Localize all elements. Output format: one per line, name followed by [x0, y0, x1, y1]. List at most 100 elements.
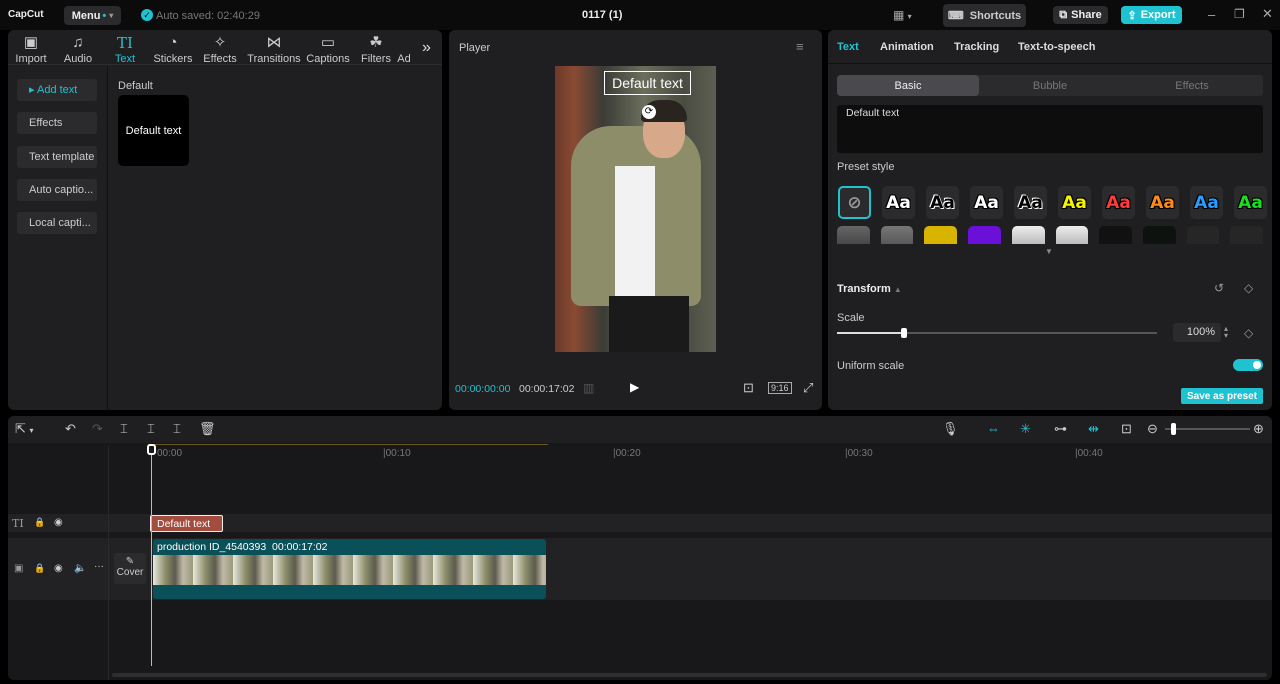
cover-button[interactable]: ✎ Cover [114, 553, 146, 584]
rotate-handle-icon[interactable]: ⟳ [642, 105, 656, 119]
tick-label: 00:30 [847, 448, 873, 459]
zoom-slider[interactable] [1165, 423, 1250, 435]
tab-effects[interactable]: ✧ Effects [195, 33, 245, 65]
undo-icon[interactable]: ↶ [65, 421, 76, 437]
video-clip[interactable]: production ID_4540393 00:00:17:02 [153, 539, 546, 599]
tab-text[interactable]: TI Text [100, 33, 150, 65]
menu-icon[interactable]: ≡ [796, 39, 804, 54]
preset-item[interactable]: Aa [1234, 186, 1267, 219]
play-icon[interactable]: ▶ [630, 380, 639, 394]
tab-stickers[interactable]: ◔ Stickers [148, 33, 198, 65]
zoom-in-icon[interactable]: ⊕ [1253, 421, 1264, 437]
video-preview[interactable] [555, 66, 716, 352]
preset-item[interactable]: Aa [1058, 186, 1091, 219]
tab-animation[interactable]: Animation [880, 41, 934, 53]
lock-icon[interactable]: 🔒 [34, 563, 45, 574]
stepper-icon[interactable]: ▴ ▾ [1224, 325, 1228, 340]
text-content-input[interactable]: Default text [837, 105, 1263, 153]
fit-timeline-icon[interactable]: ⊡ [1121, 421, 1132, 437]
preset-item[interactable] [1055, 226, 1089, 244]
select-tool-icon[interactable]: ⇱ ▾ [15, 421, 34, 437]
keyframe-icon[interactable]: ◇ [1244, 326, 1253, 340]
preset-item[interactable]: Aa [1146, 186, 1179, 219]
link-icon[interactable]: ⊶ [1054, 421, 1067, 437]
split-right-icon[interactable]: ⌶ [173, 421, 181, 437]
shortcuts-button[interactable]: ⌨ Shortcuts [943, 4, 1026, 27]
audio-mute-icon[interactable]: 🔈 [74, 563, 86, 574]
expand-presets-icon[interactable]: ▼ [1045, 247, 1053, 256]
preset-item[interactable] [968, 226, 1001, 244]
preset-item[interactable]: Aa [926, 186, 959, 219]
tab-tracking[interactable]: Tracking [954, 41, 999, 53]
preset-item[interactable]: Aa [1102, 186, 1135, 219]
preset-item[interactable] [1230, 226, 1263, 244]
horizontal-scrollbar[interactable] [112, 673, 1267, 677]
tab-adjustment[interactable]: Ad [394, 33, 414, 65]
tab-text-props[interactable]: Text [837, 41, 859, 53]
preset-item[interactable]: Aa [1190, 186, 1223, 219]
preset-item[interactable]: Aa [1014, 186, 1047, 219]
eye-icon[interactable]: ◉ [54, 563, 63, 574]
preset-item[interactable] [924, 226, 958, 244]
scale-slider[interactable] [837, 328, 1157, 338]
preset-item[interactable] [1186, 226, 1220, 244]
preset-item[interactable] [837, 226, 870, 244]
redo-icon[interactable]: ↷ [92, 421, 103, 437]
lock-icon[interactable]: 🔒 [34, 517, 45, 528]
menu-button[interactable]: Menu • ▾ [64, 6, 121, 25]
delete-icon[interactable]: 🗑 [199, 421, 216, 437]
preset-item[interactable] [1011, 226, 1045, 244]
timeline-grid-icon[interactable]: ▥ [583, 381, 594, 395]
scale-knob[interactable] [901, 328, 908, 338]
preset-none-icon[interactable]: ⊘ [838, 186, 871, 219]
save-as-preset-button[interactable]: Save as preset [1181, 388, 1263, 404]
preset-item[interactable]: Aa [882, 186, 915, 219]
preset-item[interactable]: Aa [970, 186, 1003, 219]
fit-icon[interactable]: ⊡ [743, 380, 754, 396]
tab-text-to-speech[interactable]: Text-to-speech [1018, 41, 1095, 53]
more-tabs-icon[interactable]: » [422, 39, 431, 57]
tab-captions[interactable]: ▭ Captions [303, 33, 353, 65]
main-track-magnet-icon[interactable]: ⇔ [987, 421, 1000, 436]
share-button[interactable]: ⧉ Share [1053, 6, 1108, 24]
ratio-button[interactable]: 9:16 [768, 382, 792, 394]
restore-icon[interactable]: ❐ [1234, 7, 1245, 21]
local-captions-button[interactable]: Local capti... [17, 212, 97, 234]
add-text-button[interactable]: ▸ Add text [17, 79, 97, 101]
minimize-icon[interactable]: – [1208, 7, 1215, 22]
fullscreen-icon[interactable]: ⤢ [803, 380, 813, 396]
tab-audio[interactable]: ♫ Audio [53, 33, 103, 65]
text-template-button[interactable]: Text template [17, 146, 97, 168]
keyframe-icon[interactable]: ◇ [1244, 281, 1253, 295]
microphone-icon[interactable]: 🎙 [942, 421, 959, 437]
layout-icon[interactable]: ▦ ▾ [893, 8, 912, 22]
reset-icon[interactable]: ↺ [1214, 281, 1224, 295]
text-clip[interactable]: Default text [150, 515, 223, 532]
split-icon[interactable]: ⌶ [120, 421, 128, 437]
auto-snap-icon[interactable]: ✳ [1020, 421, 1031, 437]
subtab-effects[interactable]: Effects [1121, 75, 1263, 96]
split-left-icon[interactable]: ⌶ [147, 421, 155, 437]
subtab-basic[interactable]: Basic [837, 75, 979, 96]
zoom-out-icon[interactable]: ⊖ [1147, 421, 1158, 437]
export-button[interactable]: ⇪ Export [1121, 6, 1182, 24]
eye-icon[interactable]: ◉ [54, 517, 63, 528]
preset-item[interactable] [1142, 226, 1176, 244]
transform-heading[interactable]: Transform ▲ [837, 283, 902, 295]
auto-captions-button[interactable]: Auto captio... [17, 179, 97, 201]
preview-axis-icon[interactable]: ⇹ [1088, 421, 1099, 437]
zoom-knob[interactable] [1171, 423, 1176, 435]
tab-import[interactable]: ▣ Import [6, 33, 56, 65]
more-icon[interactable]: ··· [94, 561, 104, 572]
playhead[interactable] [147, 444, 156, 666]
scale-input[interactable]: 100% [1173, 323, 1221, 342]
default-text-card[interactable]: Default text [118, 95, 189, 166]
preset-item[interactable] [880, 226, 914, 244]
text-overlay[interactable]: Default text [604, 71, 691, 95]
close-icon[interactable]: ✕ [1262, 6, 1273, 22]
tab-transitions[interactable]: ⋈ Transitions [247, 33, 301, 65]
preset-item[interactable] [1099, 226, 1132, 244]
effects-button[interactable]: Effects [17, 112, 97, 134]
uniform-scale-toggle[interactable] [1233, 359, 1263, 371]
subtab-bubble[interactable]: Bubble [979, 75, 1121, 96]
